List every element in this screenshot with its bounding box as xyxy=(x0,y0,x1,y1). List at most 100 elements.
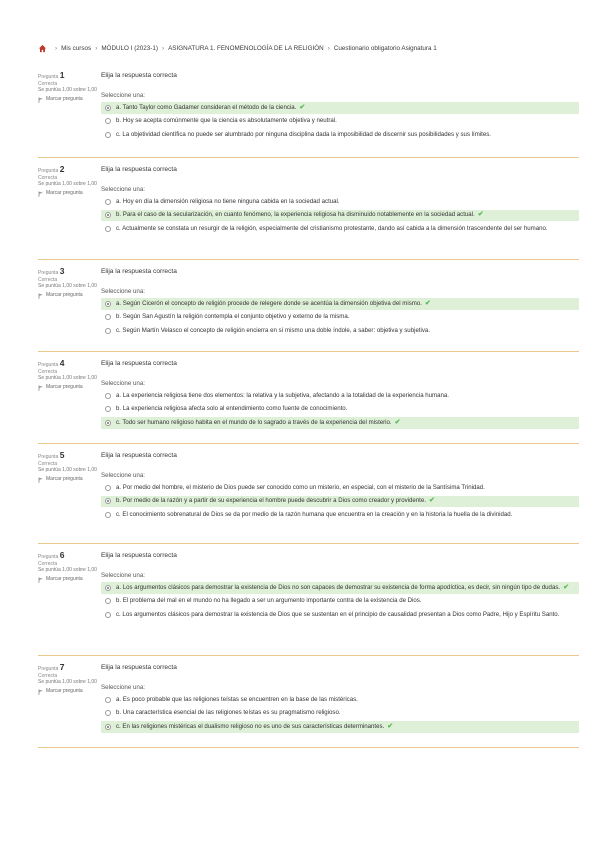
answer-radio[interactable] xyxy=(105,118,111,125)
answer-option[interactable]: c. Los argumentos clásicos para demostra… xyxy=(101,609,579,621)
question-number: Pregunta 5 xyxy=(38,451,98,461)
question-number: Pregunta 2 xyxy=(38,165,98,175)
answer-label: c. Los argumentos clásicos para demostra… xyxy=(116,610,560,618)
check-icon: ✔ xyxy=(387,722,394,730)
question-content: Elija la respuesta correcta Seleccione un… xyxy=(101,360,579,431)
answer-option[interactable]: c. El conocimiento sobrenatural de Dios … xyxy=(101,509,579,521)
flag-question-link[interactable]: Marcar pregunta xyxy=(38,190,98,197)
answer-label: b. Hoy se acepta comúnmente que la cienc… xyxy=(116,117,337,124)
answer-option[interactable]: a. Por medio del hombre, el misterio de … xyxy=(101,482,579,494)
question-grade: Se puntúa 1,00 sobre 1,00 xyxy=(38,375,97,381)
flag-icon xyxy=(38,477,43,483)
flag-label: Marcar pregunta xyxy=(46,475,83,482)
flag-question-link[interactable]: Marcar pregunta xyxy=(38,292,98,299)
question-content: Elija la respuesta correcta Seleccione un… xyxy=(101,166,579,237)
flag-question-link[interactable]: Marcar pregunta xyxy=(38,576,98,583)
answer-radio[interactable] xyxy=(105,131,111,138)
answer-option[interactable]: a. Tanto Taylor como Gadamer consideran … xyxy=(101,102,579,114)
answer-radio[interactable] xyxy=(105,419,111,426)
answer-text: b. Una característica esencial de las re… xyxy=(116,709,341,718)
answer-option[interactable]: c. En las religiones mistéricas el duali… xyxy=(101,721,579,733)
flag-label: Marcar pregunta xyxy=(46,291,83,298)
question-text: Elija la respuesta correcta xyxy=(101,72,177,79)
answer-option[interactable]: b. Por medio de la razón y a partir de s… xyxy=(101,495,579,507)
answer-radio[interactable] xyxy=(105,611,111,618)
answer-option[interactable]: a. Es poco probable que las religiones t… xyxy=(101,694,579,706)
answer-label: a. Tanto Taylor como Gadamer consideran … xyxy=(116,103,297,111)
flag-question-link[interactable]: Marcar pregunta xyxy=(38,96,98,103)
answer-option[interactable]: b. El problema del mal en el mundo no ha… xyxy=(101,596,579,608)
answer-radio[interactable] xyxy=(105,696,111,703)
answer-radio[interactable] xyxy=(105,406,111,413)
answer-radio[interactable] xyxy=(105,225,111,232)
answer-option[interactable]: a. Los argumentos clásicos para demostra… xyxy=(101,582,579,594)
answer-radio[interactable] xyxy=(105,392,111,399)
question-3: Pregunta 3 Correcta Se puntúa 1,00 sobre 1… xyxy=(38,262,579,352)
answer-label: c. La objetividad científica no puede se… xyxy=(116,130,491,138)
answer-radio[interactable] xyxy=(105,710,111,717)
answer-prompt: Seleccione una: xyxy=(101,186,146,193)
question-number: Pregunta 7 xyxy=(38,663,98,673)
answer-radio[interactable] xyxy=(105,104,111,111)
flag-question-link[interactable]: Marcar pregunta xyxy=(38,476,98,483)
breadcrumb-my-courses[interactable]: Mis cursos xyxy=(61,45,91,52)
answer-radio[interactable] xyxy=(105,198,111,205)
answer-radio[interactable] xyxy=(105,327,111,334)
answer-label: b. La experiencia religiosa afecta solo … xyxy=(116,405,348,412)
answer-radio[interactable] xyxy=(105,598,111,605)
answer-radio[interactable] xyxy=(105,212,111,219)
answer-label: a. Según Cicerón el concepto de religión… xyxy=(116,299,422,307)
flag-question-link[interactable]: Marcar pregunta xyxy=(38,688,98,695)
question-grade: Se puntúa 1,00 sobre 1,00 xyxy=(38,283,97,289)
answer-option[interactable]: a. Según Cicerón el concepto de religión… xyxy=(101,298,579,310)
answer-option[interactable]: b. Una característica esencial de las re… xyxy=(101,708,579,720)
answer-radio[interactable] xyxy=(105,314,111,321)
answer-option[interactable]: c. La objetividad científica no puede se… xyxy=(101,129,579,141)
answer-option[interactable]: c. Según Martín Velasco el concepto de r… xyxy=(101,325,579,337)
question-7: Pregunta 7 Correcta Se puntúa 1,00 sobre 1… xyxy=(38,658,579,748)
breadcrumb-quiz[interactable]: Cuestionario obligatorio Asignatura 1 xyxy=(334,45,437,52)
breadcrumb-separator: › xyxy=(327,44,330,52)
question-4: Pregunta 4 Correcta Se puntúa 1,00 sobre 1… xyxy=(38,354,579,444)
question-label: Pregunta xyxy=(38,454,59,460)
flag-label: Marcar pregunta xyxy=(46,189,83,196)
answer-option[interactable]: b. Para el caso de la secularización, en… xyxy=(101,209,579,221)
answer-radio[interactable] xyxy=(105,484,111,491)
answer-option[interactable]: b. Hoy se acepta comúnmente que la cienc… xyxy=(101,116,579,128)
answer-label: c. En las religiones mistéricas el duali… xyxy=(116,722,385,730)
answer-option[interactable]: b. Según San Agustín la religión contemp… xyxy=(101,312,579,324)
answer-text: c. En las religiones mistéricas el duali… xyxy=(116,723,393,732)
flag-question-link[interactable]: Marcar pregunta xyxy=(38,384,98,391)
home-icon[interactable] xyxy=(38,44,47,53)
question-text: Elija la respuesta correcta xyxy=(101,552,177,559)
question-info: Pregunta 4 Correcta Se puntúa 1,00 sobre 1… xyxy=(38,359,98,391)
question-text: Elija la respuesta correcta xyxy=(101,664,177,671)
answer-option[interactable]: a. La experiencia religiosa tiene dos el… xyxy=(101,390,579,402)
answer-radio[interactable] xyxy=(105,498,111,505)
flag-label: Marcar pregunta xyxy=(46,95,83,102)
answer-text: a. La experiencia religiosa tiene dos el… xyxy=(116,392,449,401)
answer-option[interactable]: a. Hoy en día la dimensión religiosa no … xyxy=(101,196,579,208)
answer-text: b. Para el caso de la secularización, en… xyxy=(116,211,484,220)
question-info: Pregunta 1 Correcta Se puntúa 1,00 sobre 1… xyxy=(38,71,98,103)
answer-prompt: Seleccione una: xyxy=(101,380,146,387)
answer-prompt: Seleccione una: xyxy=(101,472,146,479)
answer-text: a. Por medio del hombre, el misterio de … xyxy=(116,484,485,493)
answer-option[interactable]: c. Actualmente se constata un resurgir d… xyxy=(101,223,579,235)
question-text: Elija la respuesta correcta xyxy=(101,268,177,275)
breadcrumb-module[interactable]: MÓDULO I (2023-1) xyxy=(101,45,158,52)
question-info: Pregunta 5 Correcta Se puntúa 1,00 sobre 1… xyxy=(38,451,98,483)
flag-icon xyxy=(38,97,43,103)
answer-text: a. Es poco probable que las religiones t… xyxy=(116,696,358,705)
question-number-value: 3 xyxy=(59,266,65,276)
answer-radio[interactable] xyxy=(105,584,111,591)
answer-radio[interactable] xyxy=(105,511,111,518)
question-grade: Se puntúa 1,00 sobre 1,00 xyxy=(38,567,97,573)
question-grade: Se puntúa 1,00 sobre 1,00 xyxy=(38,467,97,473)
question-number: Pregunta 4 xyxy=(38,359,98,369)
answer-option[interactable]: c. Todo ser humano religioso habita en e… xyxy=(101,417,579,429)
answer-radio[interactable] xyxy=(105,300,111,307)
answer-option[interactable]: b. La experiencia religiosa afecta solo … xyxy=(101,404,579,416)
breadcrumb-course[interactable]: ASIGNATURA 1. FENOMENOLOGÍA DE LA RELIGI… xyxy=(168,45,324,52)
answer-radio[interactable] xyxy=(105,723,111,730)
